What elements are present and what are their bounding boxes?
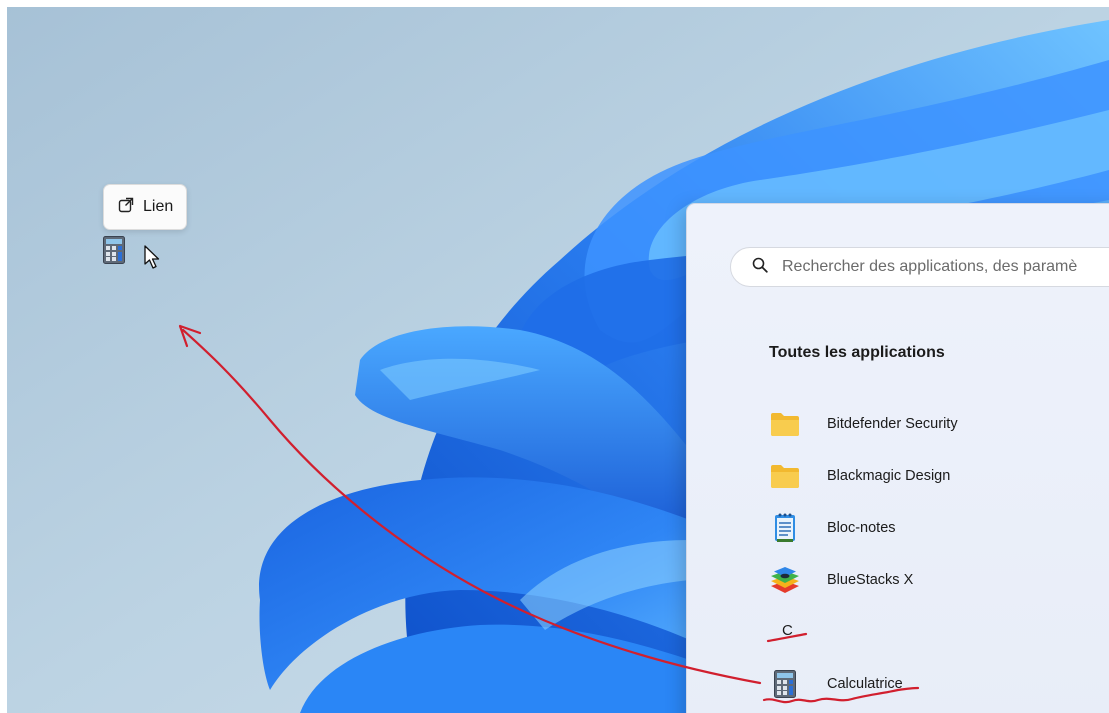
letter-group-header[interactable]: C: [782, 622, 793, 639]
pointer-cursor-icon: [144, 245, 162, 271]
folder-icon: [769, 460, 801, 492]
list-item-bluestacks-x[interactable]: BlueStacks X: [769, 560, 1109, 600]
all-apps-heading: Toutes les applications: [769, 344, 945, 361]
list-item-calculatrice[interactable]: Calculatrice: [769, 664, 1109, 704]
folder-icon: [769, 408, 801, 440]
screen-border-left: [0, 0, 7, 713]
list-item-bitdefender-security[interactable]: Bitdefender Security: [769, 404, 1109, 444]
start-menu-panel: Rechercher des applications, des paramè …: [686, 203, 1109, 713]
app-label: Bloc-notes: [827, 520, 896, 536]
app-label: Blackmagic Design: [827, 468, 951, 484]
calculator-icon[interactable]: [103, 236, 125, 264]
search-icon: [752, 257, 768, 278]
app-label: BlueStacks X: [827, 572, 914, 588]
app-label: Bitdefender Security: [827, 416, 958, 432]
screen-border-top: [0, 0, 1109, 7]
app-label: Calculatrice: [827, 676, 903, 692]
list-item-blackmagic-design[interactable]: Blackmagic Design: [769, 456, 1109, 496]
search-input[interactable]: Rechercher des applications, des paramè: [730, 247, 1109, 287]
calculator-icon: [769, 668, 801, 700]
notepad-icon: [769, 512, 801, 544]
drag-link-tooltip: Lien: [103, 184, 187, 230]
bluestacks-icon: [769, 564, 801, 596]
list-item-bloc-notes[interactable]: Bloc-notes: [769, 508, 1109, 548]
drag-tooltip-label: Lien: [143, 198, 174, 215]
desktop: Lien Rechercher des applications, des pa…: [0, 0, 1109, 713]
external-link-icon: [118, 197, 134, 218]
search-placeholder: Rechercher des applications, des paramè: [782, 258, 1078, 275]
